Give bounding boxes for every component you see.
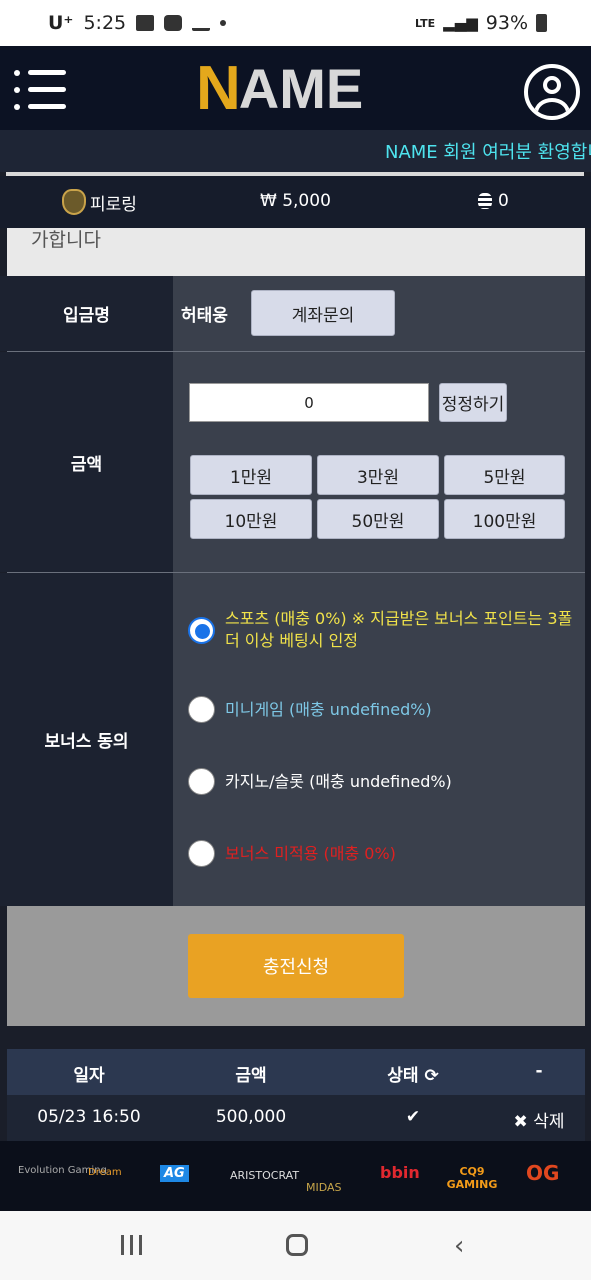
radio-button[interactable] xyxy=(188,840,215,867)
bonus-option-minigame[interactable]: 미니게임 (매충 undefined%) xyxy=(188,696,432,724)
history-header: 일자 금액 상태 ⟳ - xyxy=(7,1049,585,1095)
provider-logo: CQ9 GAMING xyxy=(446,1165,498,1191)
bonus-option-label: 미니게임 (매충 undefined%) xyxy=(225,700,432,719)
home-icon[interactable] xyxy=(286,1234,308,1256)
bonus-label: 보너스 동의 xyxy=(0,573,173,906)
notice-text: 가합니다 xyxy=(31,229,101,251)
recent-apps-icon[interactable] xyxy=(121,1235,143,1255)
bonus-option-label: 카지노/슬롯 (매충 undefined%) xyxy=(225,772,452,791)
logo-text: AME xyxy=(238,57,364,120)
column-header: 금액 xyxy=(235,1066,267,1086)
provider-logo: Dream xyxy=(88,1167,122,1178)
announcement-marquee: NAME 회원 여러분 환영합니다 xyxy=(0,130,591,172)
column-header: - xyxy=(535,1061,543,1081)
battery-label: 93% xyxy=(485,12,528,34)
reset-amount-button[interactable]: 정정하기 xyxy=(439,383,507,422)
coins-icon xyxy=(478,193,492,209)
provider-logo: bbin xyxy=(380,1163,420,1182)
user-info-bar: 피로링 ₩ 5,000 0 xyxy=(0,176,591,228)
missed-call-icon xyxy=(192,15,211,31)
app-header: N AME xyxy=(0,46,591,130)
bonus-option-label: 스포츠 (매충 0%) ※ 지급받은 보너스 포인트는 3폴더 이상 베팅시 인… xyxy=(225,609,573,650)
system-navigation-bar: ‹ xyxy=(0,1211,591,1280)
network-label: LTE xyxy=(414,16,436,30)
quick-amount-button[interactable]: 1만원 xyxy=(190,455,312,495)
radio-button[interactable] xyxy=(188,768,215,795)
signal-icon: ▂▄▆ xyxy=(443,14,478,32)
checkmark-icon: ✔ xyxy=(405,1107,421,1127)
quick-amount-button[interactable]: 5만원 xyxy=(444,455,565,495)
row-amount: 500,000 xyxy=(215,1107,287,1127)
column-header: 일자 xyxy=(73,1066,105,1086)
user-account-icon[interactable] xyxy=(524,64,580,120)
radio-button[interactable] xyxy=(188,617,215,644)
logo[interactable]: N AME xyxy=(196,54,396,123)
amount-input[interactable]: 0 xyxy=(189,383,429,422)
user-level: 피로링 xyxy=(62,189,137,215)
table-row: 05/23 16:50 500,000 ✔ ✖ 삭제 xyxy=(7,1095,585,1141)
provider-logo: OG xyxy=(526,1161,560,1185)
provider-logos: Evolution Gaming Dream AG ARISTOCRAT MID… xyxy=(0,1141,591,1211)
point-value: 0 xyxy=(498,191,509,211)
refresh-icon[interactable]: ⟳ xyxy=(424,1066,438,1086)
logo-letter: N xyxy=(196,54,241,123)
close-icon: ✖ xyxy=(513,1112,528,1132)
bonus-option-sports[interactable]: 스포츠 (매충 0%) ※ 지급받은 보너스 포인트는 3폴더 이상 베팅시 인… xyxy=(188,608,583,652)
menu-icon[interactable] xyxy=(14,68,66,112)
depositor-name: 허태웅 xyxy=(181,306,228,326)
battery-icon xyxy=(536,14,547,32)
notice-box: 가합니다 xyxy=(7,228,585,276)
status-column-header[interactable]: 상태 ⟳ xyxy=(387,1061,438,1086)
announcement-text: NAME 회원 여러분 환영합니다 xyxy=(385,142,591,163)
gallery-icon xyxy=(136,15,155,31)
provider-logo: ARISTOCRAT xyxy=(230,1169,300,1182)
column-header-label: 상태 xyxy=(387,1066,419,1086)
delete-label: 삭제 xyxy=(533,1112,565,1132)
radio-button[interactable] xyxy=(188,696,215,723)
provider-logo: AG xyxy=(160,1165,189,1182)
bonus-option-none[interactable]: 보너스 미적용 (매충 0%) xyxy=(188,840,396,868)
quick-amount-button[interactable]: 100만원 xyxy=(444,499,565,539)
money-balance: ₩ 5,000 xyxy=(260,191,331,211)
provider-logo: MIDAS xyxy=(306,1181,342,1194)
carrier-label: U⁺ xyxy=(48,12,74,34)
amount-label: 금액 xyxy=(0,352,173,572)
quick-amount-button[interactable]: 3만원 xyxy=(317,455,439,495)
depositor-label: 입금명 xyxy=(0,276,173,351)
bonus-option-label: 보너스 미적용 (매충 0%) xyxy=(225,844,396,863)
point-balance: 0 xyxy=(478,191,509,211)
account-inquiry-button[interactable]: 계좌문의 xyxy=(251,290,395,336)
quick-amount-button[interactable]: 50만원 xyxy=(317,499,439,539)
row-date: 05/23 16:50 xyxy=(37,1107,141,1127)
more-notifications-icon xyxy=(220,20,227,26)
message-icon xyxy=(164,15,183,31)
quick-amount-button[interactable]: 10만원 xyxy=(190,499,312,539)
status-bar: U⁺ 5:25 LTE ▂▄▆ 93% xyxy=(0,0,591,46)
delete-button[interactable]: ✖ 삭제 xyxy=(514,1107,565,1132)
level-badge-icon xyxy=(62,189,86,215)
back-icon[interactable]: ‹ xyxy=(454,1233,464,1259)
clock: 5:25 xyxy=(83,12,127,34)
submit-deposit-button[interactable]: 충전신청 xyxy=(188,934,404,998)
level-name: 피로링 xyxy=(90,194,137,215)
bonus-option-casino[interactable]: 카지노/슬롯 (매충 undefined%) xyxy=(188,768,452,796)
